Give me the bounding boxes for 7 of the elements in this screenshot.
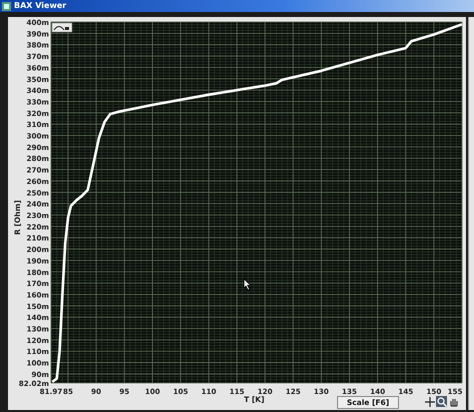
wave-icon[interactable]	[52, 22, 72, 32]
app-icon	[2, 2, 11, 10]
window-title: BAX Viewer	[14, 1, 66, 11]
zoom-tool-button[interactable]	[436, 396, 447, 407]
pointer-cursor-icon	[244, 278, 252, 290]
crosshair-tool-button[interactable]	[424, 396, 435, 407]
hand-tool-button[interactable]	[448, 396, 459, 407]
